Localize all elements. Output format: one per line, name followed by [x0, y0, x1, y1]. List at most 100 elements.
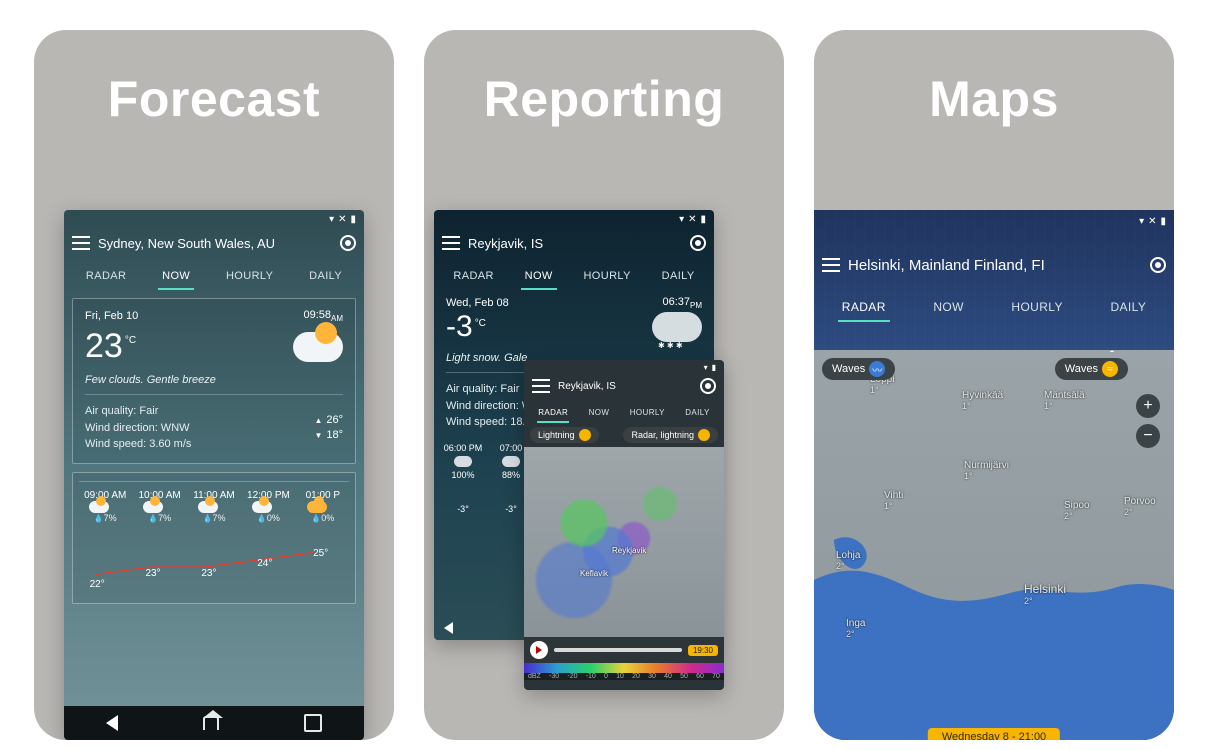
weather-icon: [89, 501, 109, 513]
battery-icon: ▮: [1160, 216, 1166, 227]
promo-card-maps: Maps ▾ ✕ ▮ Helsinki, Mainland Finland, F…: [814, 30, 1174, 740]
layer-pill-left[interactable]: Waves 〰: [822, 358, 895, 380]
app-top-bar: Helsinki, Mainland Finland, FI: [814, 242, 1174, 288]
tab-hourly[interactable]: HOURLY: [577, 264, 636, 290]
temp-chart: 22° 23° 23° 24° 25°: [87, 529, 341, 599]
play-button[interactable]: [530, 641, 548, 659]
battery-icon: ▮: [350, 214, 356, 225]
card-title: Maps: [814, 70, 1174, 128]
conditions-text: Few clouds. Gentle breeze: [85, 374, 343, 386]
radar-play-bar: 19:30: [524, 637, 724, 663]
nav-recent-icon[interactable]: [304, 714, 322, 732]
zoom-in-button[interactable]: +: [1136, 394, 1160, 418]
hour-cell: 09:00 AM 7%: [79, 490, 131, 523]
map-city-label: Hyvinkää1°: [962, 390, 1003, 411]
radar-icon: [698, 429, 710, 441]
hour-cell: 12:00 PM 0%: [242, 490, 294, 523]
radar-timeline[interactable]: [554, 648, 682, 652]
tab-radar[interactable]: RADAR: [447, 264, 500, 290]
map-city-label: Lohja2°: [836, 550, 860, 571]
hour-cell: 11:00 AM 7%: [188, 490, 240, 523]
layer-pill-right[interactable]: 1° Waves ≈: [1055, 358, 1128, 380]
tab-now[interactable]: NOW: [586, 404, 613, 423]
map-city-label: Vihti1°: [884, 490, 903, 511]
location-label[interactable]: Helsinki, Mainland Finland, FI: [848, 257, 1142, 274]
hour-cell: 10:00 AM 7%: [133, 490, 185, 523]
map-city-label: Inga2°: [846, 618, 865, 639]
menu-icon[interactable]: [822, 258, 840, 272]
date-label: Wed, Feb 08: [446, 297, 509, 309]
battery-icon: ▮: [712, 363, 716, 372]
tab-daily[interactable]: DAILY: [682, 404, 713, 423]
phone-reporting-radar: ▾ ▮ Reykjavik, IS RADAR NOW HOURLY DAILY…: [524, 360, 724, 690]
locate-icon[interactable]: [700, 378, 716, 394]
nav-home-icon[interactable]: [203, 716, 219, 730]
menu-icon[interactable]: [72, 236, 90, 250]
map-city-label: Helsinki2°: [1024, 582, 1066, 606]
nav-back-icon[interactable]: [444, 622, 453, 634]
map-city-label: Sipoo2°: [1064, 500, 1090, 521]
tab-radar[interactable]: RADAR: [836, 294, 892, 322]
weather-map[interactable]: Loppi1° Hyvinkää1° Mäntsälä1° Nurmijärvi…: [814, 350, 1174, 740]
card-title: Forecast: [34, 70, 394, 128]
snow-icon: [502, 456, 520, 467]
tabs: RADAR NOW HOURLY DAILY: [434, 258, 714, 290]
tab-daily[interactable]: DAILY: [303, 264, 348, 290]
tab-hourly[interactable]: HOURLY: [220, 264, 279, 290]
weather-icon: [252, 501, 272, 513]
tab-daily[interactable]: DAILY: [1104, 294, 1152, 322]
signal-icon: ✕: [1148, 216, 1156, 227]
tab-now[interactable]: NOW: [519, 264, 559, 290]
app-top-bar: Reykjavik, IS: [434, 228, 714, 258]
tab-hourly[interactable]: HOURLY: [1005, 294, 1069, 322]
time-label: 06:37PM: [662, 296, 702, 310]
menu-icon[interactable]: [442, 236, 460, 250]
high-low-block: 26° 18°: [314, 413, 343, 444]
location-label[interactable]: Reykjavik, IS: [558, 381, 692, 392]
layer-pill-left[interactable]: Lightning: [530, 427, 599, 443]
status-bar: ▾ ✕ ▮: [64, 210, 364, 228]
android-nav-bar: [64, 706, 364, 740]
phone-forecast: ▾ ✕ ▮ Sydney, New South Wales, AU RADAR …: [64, 210, 364, 740]
nav-back-icon[interactable]: [106, 715, 118, 731]
tab-daily[interactable]: DAILY: [656, 264, 701, 290]
locate-icon[interactable]: [1150, 257, 1166, 273]
temperature-value: 23°C: [85, 327, 134, 366]
menu-icon[interactable]: [532, 379, 550, 393]
location-label[interactable]: Reykjavik, IS: [468, 236, 682, 251]
weather-icon: [143, 501, 163, 513]
map-city-label: Mäntsälä1°: [1044, 390, 1085, 411]
zoom-out-button[interactable]: −: [1136, 424, 1160, 448]
sun-icon: [307, 501, 327, 513]
card-title: Reporting: [424, 70, 784, 128]
map-city-label: Porvoo2°: [1124, 496, 1156, 517]
waves-icon: 〰: [869, 361, 885, 377]
promo-card-reporting: Reporting ▾ ✕ ▮ Reykjavik, IS RADAR NOW …: [424, 30, 784, 740]
tabs: RADAR NOW HOURLY DAILY: [814, 288, 1174, 322]
wifi-icon: ▾: [1139, 216, 1144, 227]
app-top-bar: Sydney, New South Wales, AU: [64, 228, 364, 258]
hourly-row: 09:00 AM 7% 10:00 AM 7% 11:00 AM 7% 12:0…: [79, 481, 349, 523]
status-bar: ▾ ✕ ▮: [814, 212, 1174, 230]
location-label[interactable]: Sydney, New South Wales, AU: [98, 236, 332, 251]
promo-card-forecast: Forecast ▾ ✕ ▮ Sydney, New South Wales, …: [34, 30, 394, 740]
hour-cell: 06:00 PM 100% -3°: [442, 443, 484, 514]
wifi-icon: ▾: [704, 363, 708, 372]
weather-icon: [293, 332, 343, 362]
waves-icon: ≈: [1102, 361, 1118, 377]
hour-cell: 01:00 P 0%: [297, 490, 349, 523]
tab-hourly[interactable]: HOURLY: [627, 404, 668, 423]
locate-icon[interactable]: [690, 235, 706, 251]
layer-pill-right[interactable]: Radar, lightning: [623, 427, 718, 443]
map-city-label: Keflavik: [580, 569, 608, 578]
tab-now[interactable]: NOW: [156, 264, 196, 290]
tab-radar[interactable]: RADAR: [535, 404, 571, 423]
locate-icon[interactable]: [340, 235, 356, 251]
hourly-panel[interactable]: 09:00 AM 7% 10:00 AM 7% 11:00 AM 7% 12:0…: [72, 472, 356, 604]
details-block: Air quality: Fair Wind direction: WNW Wi…: [85, 403, 191, 453]
tab-now[interactable]: NOW: [927, 294, 970, 322]
radar-map[interactable]: Reykjavik Keflavik: [524, 447, 724, 637]
weather-icon: [198, 501, 218, 513]
temperature-value: -3°C: [446, 310, 484, 344]
tab-radar[interactable]: RADAR: [80, 264, 133, 290]
